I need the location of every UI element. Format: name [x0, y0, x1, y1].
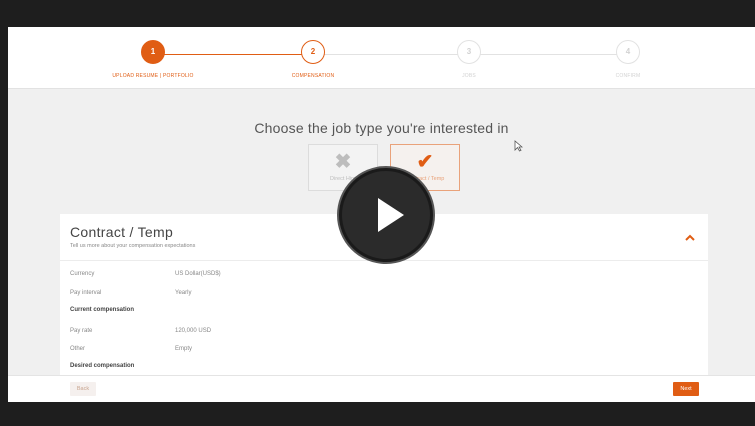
step-label: CONFIRM — [615, 73, 641, 79]
play-button[interactable] — [339, 168, 433, 262]
wizard-header: 1 UPLOAD RESUME | PORTFOLIO 2 COMPENSATI… — [8, 27, 755, 89]
play-icon — [378, 198, 404, 232]
row-value: Empty — [175, 346, 193, 352]
row-label: Currency — [70, 271, 95, 277]
mouse-cursor-icon — [514, 139, 524, 157]
section-heading: Current compensation — [70, 307, 135, 313]
video-frame: 1 UPLOAD RESUME | PORTFOLIO 2 COMPENSATI… — [0, 0, 755, 426]
row-value: US Dollar(USD$) — [175, 271, 221, 277]
next-button[interactable]: Next — [673, 382, 699, 396]
wizard-footer: Back Next — [8, 375, 755, 402]
row-label: Other — [70, 346, 86, 352]
row-label: Pay rate — [70, 328, 93, 334]
step-number: 1 — [141, 40, 165, 64]
panel-subtitle: Tell us more about your compensation exp… — [70, 243, 196, 249]
step-number: 4 — [616, 40, 640, 64]
row-value: Yearly — [175, 290, 192, 296]
back-button[interactable]: Back — [70, 382, 96, 396]
job-type-question: Choose the job type you're interested in — [254, 120, 509, 136]
step-confirm[interactable]: 4 CONFIRM — [528, 27, 728, 79]
step-number: 2 — [301, 40, 325, 64]
section-heading: Desired compensation — [70, 363, 135, 369]
step-number: 3 — [457, 40, 481, 64]
row-value: 120,000 USD — [175, 328, 212, 334]
chevron-up-icon[interactable] — [684, 230, 696, 241]
row-label: Pay interval — [70, 290, 102, 296]
panel-title: Contract / Temp — [70, 224, 174, 240]
